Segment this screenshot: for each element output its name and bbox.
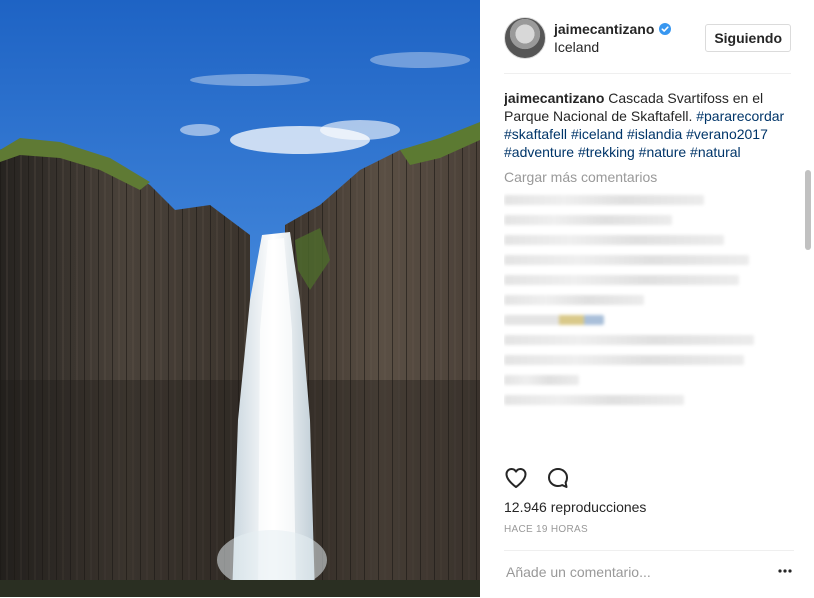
post-video[interactable] (0, 0, 480, 597)
caption-author[interactable]: jaimecantizano (504, 90, 604, 106)
following-button[interactable]: Siguiendo (705, 24, 791, 52)
redacted-comment (504, 375, 579, 385)
location-link[interactable]: Iceland (554, 39, 599, 55)
comment-bubble-icon[interactable] (546, 466, 570, 490)
redacted-comment (504, 215, 672, 225)
avatar[interactable] (504, 17, 546, 59)
hashtag[interactable]: #adventure (504, 144, 574, 160)
hashtag[interactable]: #natural (690, 144, 741, 160)
redacted-comment (504, 195, 704, 205)
hashtag[interactable]: #pararecordar (696, 108, 784, 124)
hashtag[interactable]: #verano2017 (686, 126, 768, 142)
post-details-panel: jaimecantizano Iceland Siguiendo jaimeca… (480, 0, 814, 597)
view-count: 12.946 reproducciones (504, 499, 647, 515)
hashtag[interactable]: #trekking (578, 144, 635, 160)
comments-scrollbar[interactable] (805, 170, 811, 250)
comment-input[interactable] (504, 561, 758, 583)
more-options-icon[interactable] (778, 569, 792, 573)
load-more-comments-link[interactable]: Cargar más comentarios (504, 169, 794, 185)
redacted-comment (504, 295, 644, 305)
verified-badge-icon (659, 23, 672, 35)
hashtag[interactable]: #nature (639, 144, 686, 160)
hashtag[interactable]: #islandia (627, 126, 682, 142)
redacted-comment (504, 235, 724, 245)
redacted-comment (504, 315, 604, 325)
post-timestamp: HACE 19 HORAS (504, 524, 588, 535)
redacted-comment (504, 255, 749, 265)
add-comment-bar (504, 550, 794, 598)
waterfall-image (0, 0, 480, 597)
username-link[interactable]: jaimecantizano (554, 21, 654, 37)
heart-icon[interactable] (504, 466, 528, 490)
post-header: jaimecantizano Iceland Siguiendo (504, 17, 791, 74)
redacted-comment (504, 335, 754, 345)
post-actions (504, 466, 570, 492)
hashtag[interactable]: #iceland (571, 126, 623, 142)
redacted-comment (504, 355, 744, 365)
comments-section: jaimecantizano Cascada Svartifoss en el … (504, 89, 794, 455)
post-caption: jaimecantizano Cascada Svartifoss en el … (504, 89, 794, 161)
redacted-comment (504, 275, 739, 285)
hashtag[interactable]: #skaftafell (504, 126, 567, 142)
redacted-comment (504, 395, 684, 405)
